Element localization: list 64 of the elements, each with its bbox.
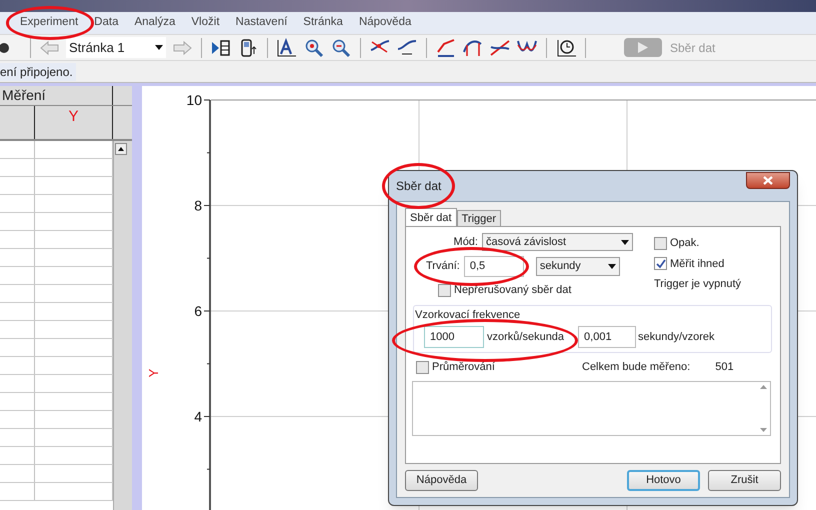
checkbox-label: Opak.	[670, 236, 700, 251]
checkbox[interactable]	[654, 236, 667, 250]
y-tick-label: 8	[194, 198, 202, 214]
group-title: Vzorkovací frekvence	[415, 308, 522, 322]
menu-item[interactable]: Data	[94, 16, 118, 28]
duration-label: Trvání:	[426, 259, 460, 274]
y-tick-label: 6	[194, 303, 202, 319]
menu-item[interactable]: Vložit	[191, 16, 220, 28]
tab[interactable]: Trigger	[456, 210, 502, 226]
caret-icon	[155, 45, 163, 50]
caret-icon	[621, 240, 629, 244]
y-axis-label: Y	[146, 368, 161, 378]
zoom-in-icon[interactable]	[303, 38, 325, 58]
mode-dropdown[interactable]: časová závislost	[482, 233, 633, 251]
table-title: Měření	[2, 86, 46, 105]
scroll-up-button[interactable]	[115, 143, 127, 155]
play-icon	[638, 42, 648, 53]
up-arrow-icon	[118, 147, 124, 151]
mode-label: Mód:	[452, 234, 479, 250]
close-button[interactable]	[746, 172, 790, 188]
checkbox[interactable]	[416, 360, 429, 374]
checkbox[interactable]	[438, 284, 451, 297]
checkbox-label: Nepřerušovaný sběr dat	[454, 283, 572, 298]
dialog-title: Sběr dat	[396, 178, 442, 193]
stopwatch-icon[interactable]	[555, 38, 577, 58]
mean-curve-icon[interactable]	[396, 38, 418, 58]
checkbox-label: Průměrování	[432, 360, 496, 375]
y-tick-label: 10	[186, 92, 202, 108]
close-icon	[763, 176, 773, 184]
dialog-button[interactable]: Nápověda	[405, 470, 478, 491]
tab[interactable]: Sběr dat	[405, 208, 457, 226]
dialog-button[interactable]: Hotovo	[627, 470, 700, 491]
scroll-up-icon[interactable]	[760, 384, 766, 388]
trigger-status: Trigger je vypnutý	[654, 277, 742, 292]
sample-interval-unit: sekundy/vzorek	[638, 330, 714, 345]
total-label: Celkem bude měřeno:	[582, 360, 690, 375]
linear-fit-icon[interactable]	[489, 38, 511, 58]
menu-item[interactable]: Analýza	[134, 16, 176, 28]
zoom-out-icon[interactable]	[330, 38, 352, 58]
caret-icon	[608, 264, 616, 269]
menu-item[interactable]: Stránka	[303, 16, 343, 28]
sample-interval-field[interactable]: 0,001	[578, 326, 636, 348]
menu-item[interactable]: Nápověda	[358, 16, 412, 28]
text-annotation-icon[interactable]	[276, 38, 298, 58]
sample-rate-field[interactable]: 1000	[424, 326, 484, 348]
checkbox-label: Měřit ihned	[670, 256, 724, 272]
menu-item[interactable]: Experiment	[20, 16, 78, 28]
dialog-button[interactable]: Zrušit	[708, 470, 781, 491]
collect-data-label: Sběr dat	[670, 40, 716, 56]
menu-item[interactable]: Nastavení	[236, 16, 288, 28]
play-table-icon[interactable]	[210, 38, 232, 58]
table-header-cell	[113, 106, 132, 139]
checkbox[interactable]	[654, 257, 667, 270]
unit-dropdown[interactable]: sekundy	[536, 257, 620, 276]
scrollbar-track[interactable]	[113, 141, 132, 510]
sample-rate-unit: vzorků/sekunda	[487, 330, 564, 345]
scroll-down-icon[interactable]	[760, 428, 766, 432]
duration-field[interactable]: 0,5	[464, 256, 524, 277]
total-value: 501	[715, 360, 734, 375]
page-dropdown[interactable]: Stránka 1	[66, 37, 166, 58]
statistics-icon[interactable]	[435, 38, 457, 58]
status-text: ení připojeno.	[0, 62, 76, 80]
integral-icon[interactable]	[462, 38, 484, 58]
y-tick-label: 4	[194, 408, 202, 424]
